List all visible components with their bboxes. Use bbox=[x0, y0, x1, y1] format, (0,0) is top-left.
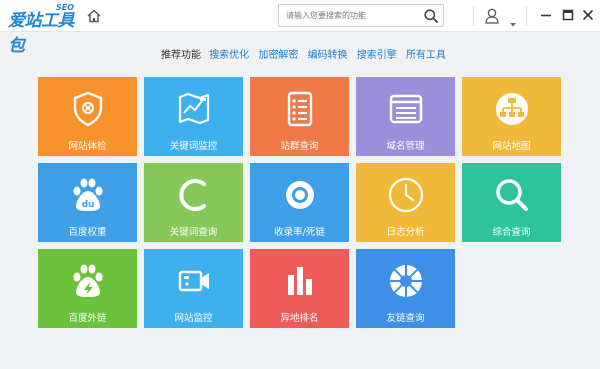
tile-label: 域名管理 bbox=[386, 141, 425, 152]
title-bar: 爱站工具包 SEO bbox=[0, 0, 600, 56]
c-letter-icon bbox=[174, 175, 214, 215]
tile-label: 网站体检 bbox=[68, 141, 107, 152]
tile-friendlink-query[interactable]: 友链查询 bbox=[356, 249, 455, 328]
tile-label: 网站监控 bbox=[174, 313, 213, 324]
sitemap-icon bbox=[492, 89, 532, 129]
tile-label: 百度外链 bbox=[68, 313, 107, 324]
user-icon[interactable] bbox=[484, 7, 500, 25]
tile-label: 百度权重 bbox=[68, 227, 107, 238]
map-chart-icon bbox=[174, 89, 214, 129]
clock-icon bbox=[386, 175, 426, 215]
tile-site-checkup[interactable]: 网站体检 bbox=[38, 77, 137, 156]
tile-log-analysis[interactable]: 日志分析 bbox=[356, 163, 455, 242]
tile-label: 网站地图 bbox=[492, 141, 531, 152]
tile-site-monitor[interactable]: 网站监控 bbox=[144, 249, 243, 328]
recommend-link-encrypt-decrypt[interactable]: 加密解密 bbox=[258, 50, 298, 61]
tile-label: 收录率/死链 bbox=[274, 227, 325, 238]
tile-label: 关键词查询 bbox=[169, 227, 218, 238]
chevron-down-icon[interactable] bbox=[509, 13, 517, 27]
search-input[interactable] bbox=[279, 5, 419, 26]
tile-keyword-monitor[interactable]: 关键词监控 bbox=[144, 77, 243, 156]
shield-stethoscope-icon bbox=[68, 89, 108, 129]
tile-remote-ranking[interactable]: 异地排名 bbox=[250, 249, 349, 328]
video-camera-icon bbox=[174, 261, 214, 301]
tile-domain-management[interactable]: 域名管理 bbox=[356, 77, 455, 156]
aperture-icon bbox=[386, 261, 426, 301]
close-icon[interactable] bbox=[580, 7, 596, 23]
tile-comprehensive-query[interactable]: 综合查询 bbox=[462, 163, 561, 242]
maximize-icon[interactable] bbox=[560, 7, 576, 23]
tile-label: 综合查询 bbox=[492, 227, 531, 238]
divider bbox=[473, 6, 474, 26]
search-box bbox=[278, 4, 444, 27]
svg-text:du: du bbox=[81, 200, 94, 210]
target-ring-icon bbox=[280, 175, 320, 215]
search-icon[interactable] bbox=[423, 8, 439, 24]
tile-label: 友链查询 bbox=[386, 313, 425, 324]
tile-label: 异地排名 bbox=[280, 313, 319, 324]
tile-sitemap[interactable]: 网站地图 bbox=[462, 77, 561, 156]
recommend-link-search-optimization[interactable]: 搜索优化 bbox=[209, 50, 249, 61]
recommend-link-all-tools[interactable]: 所有工具 bbox=[406, 50, 446, 61]
recommend-label: 推荐功能 bbox=[161, 50, 201, 61]
tile-label: 站群查询 bbox=[280, 141, 319, 152]
tile-keyword-query[interactable]: 关键词查询 bbox=[144, 163, 243, 242]
tile-index-rate-deadlink[interactable]: 收录率/死链 bbox=[250, 163, 349, 242]
recommend-link-encoding-convert[interactable]: 编码转换 bbox=[308, 50, 348, 61]
baidu-paw-icon: du bbox=[68, 175, 108, 215]
logo-sub: SEO bbox=[56, 3, 75, 12]
home-icon[interactable] bbox=[86, 8, 102, 24]
tile-label: 关键词监控 bbox=[169, 141, 218, 152]
bar-chart-icon bbox=[280, 261, 320, 301]
list-icon bbox=[280, 89, 320, 129]
recommend-link-search-engine[interactable]: 搜索引擎 bbox=[357, 50, 397, 61]
magnifier-icon bbox=[492, 175, 532, 215]
tile-baidu-weight[interactable]: du 百度权重 bbox=[38, 163, 137, 242]
app-logo: 爱站工具包 SEO bbox=[8, 3, 78, 56]
tile-label: 日志分析 bbox=[386, 227, 425, 238]
tile-site-group-query[interactable]: 站群查询 bbox=[250, 77, 349, 156]
divider bbox=[526, 6, 527, 26]
minimize-icon[interactable] bbox=[538, 7, 554, 23]
tile-baidu-backlinks[interactable]: 百度外链 bbox=[38, 249, 137, 328]
baidu-paw-bolt-icon bbox=[68, 261, 108, 301]
window-list-icon bbox=[386, 89, 426, 129]
recommend-bar: 推荐功能 搜索优化 加密解密 编码转换 搜索引擎 所有工具 bbox=[161, 46, 452, 61]
logo-text: 爱站工具包 bbox=[8, 11, 75, 56]
